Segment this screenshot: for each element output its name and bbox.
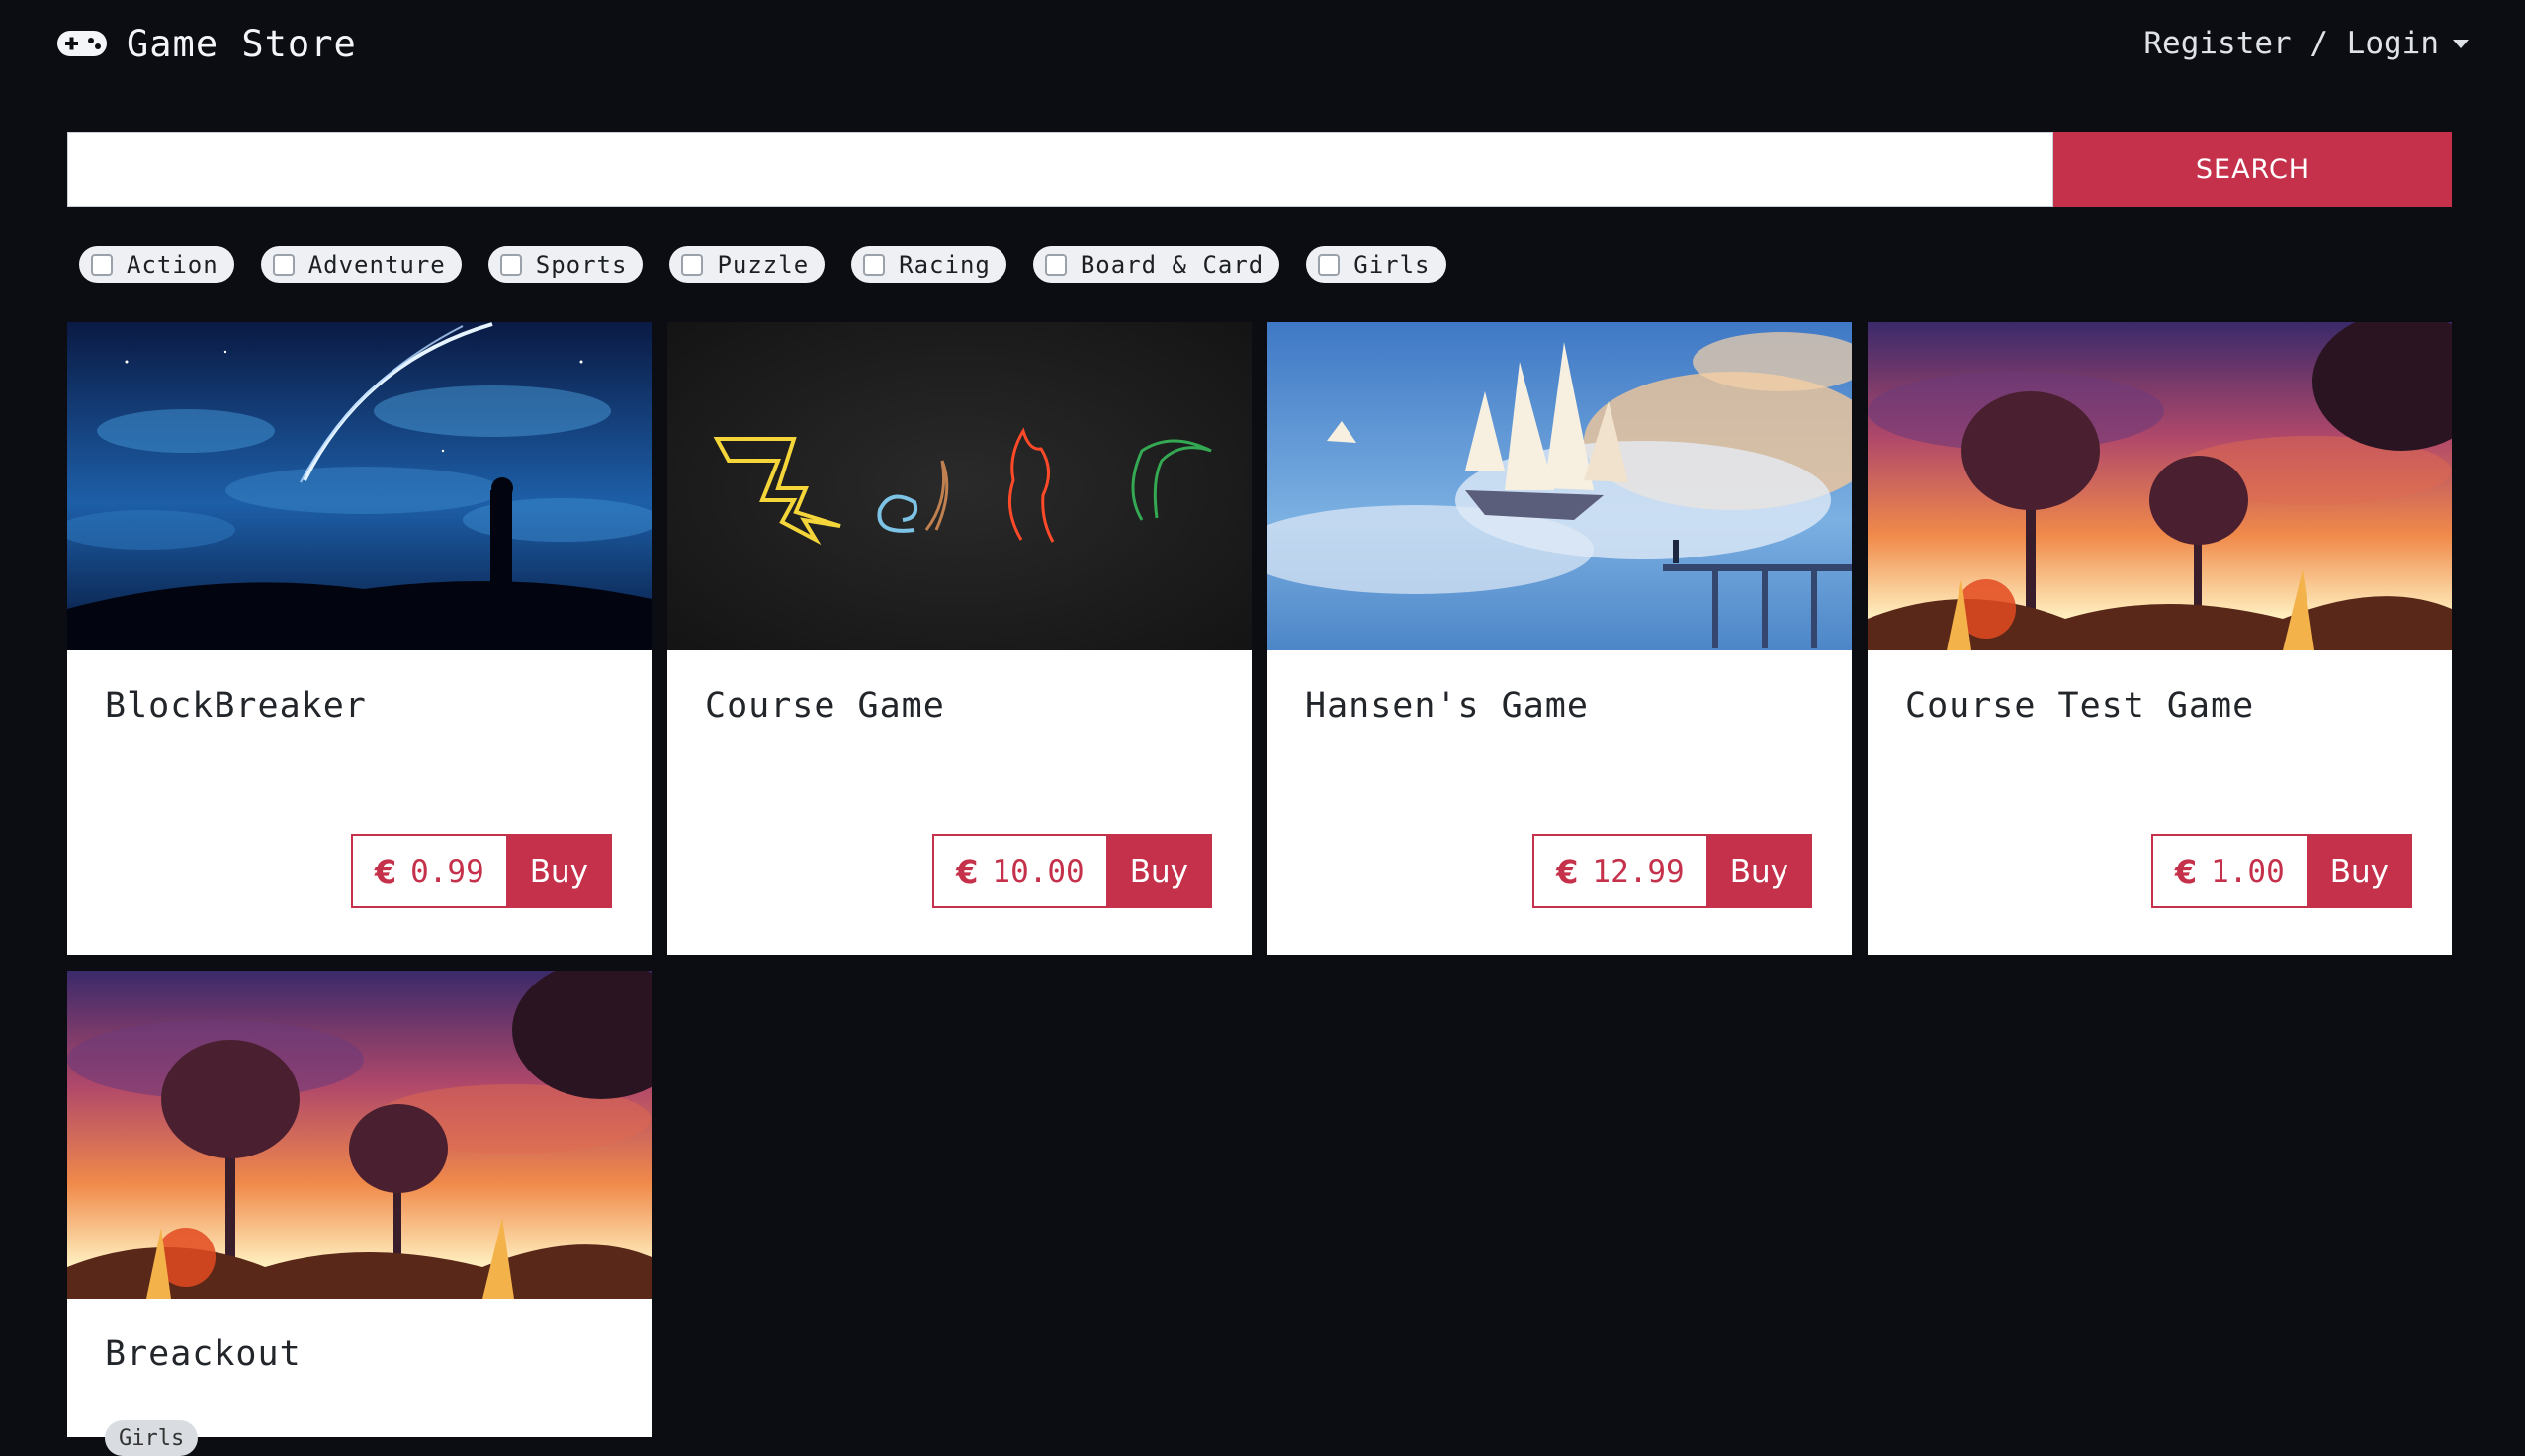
gamepad-icon xyxy=(57,31,107,56)
euro-icon: € xyxy=(374,852,397,891)
euro-icon: € xyxy=(956,852,979,891)
filter-label: Board & Card xyxy=(1080,250,1264,279)
price-amount: 12.99 xyxy=(1592,853,1685,890)
filter-puzzle[interactable]: Puzzle xyxy=(669,246,826,283)
game-title[interactable]: BlockBreaker xyxy=(105,686,367,726)
game-card[interactable]: Course Test Game € 1.00 Buy xyxy=(1868,322,2452,955)
price-amount: 1.00 xyxy=(2211,853,2285,890)
filter-racing[interactable]: Racing xyxy=(851,246,1006,283)
buy-button[interactable]: Buy xyxy=(2306,834,2412,908)
checkbox[interactable] xyxy=(91,253,113,276)
checkbox[interactable] xyxy=(1318,253,1341,276)
game-card[interactable]: Breackout Girls xyxy=(67,971,652,1456)
checkbox[interactable] xyxy=(681,253,704,276)
category-filters: Action Adventure Sports Puzzle Racing Bo… xyxy=(79,246,1446,283)
filter-girls[interactable]: Girls xyxy=(1306,246,1446,283)
filter-label: Sports xyxy=(535,250,628,279)
price-label: € 1.00 xyxy=(2150,834,2307,908)
pokemon-outlines-image[interactable] xyxy=(667,322,1252,650)
filter-label: Girls xyxy=(1353,250,1431,279)
price-group: € 1.00 Buy xyxy=(2150,834,2412,908)
checkbox[interactable] xyxy=(499,253,522,276)
category-tag: Girls xyxy=(105,1420,199,1456)
checkbox[interactable] xyxy=(863,253,886,276)
price-amount: 10.00 xyxy=(992,853,1085,890)
caret-down-icon xyxy=(2453,39,2469,48)
price-amount: 0.99 xyxy=(410,853,484,890)
account-dropdown[interactable]: Register / Login xyxy=(2143,20,2469,67)
price-group: € 10.00 Buy xyxy=(932,834,1212,908)
game-card[interactable]: BlockBreaker € 0.99 Buy xyxy=(67,322,652,955)
game-card[interactable]: Course Game € 10.00 Buy xyxy=(667,322,1252,955)
navbar: Game Store Register / Login xyxy=(0,0,2525,95)
filter-label: Racing xyxy=(899,250,991,279)
account-label: Register / Login xyxy=(2143,26,2439,61)
filter-label: Puzzle xyxy=(717,250,810,279)
buy-button[interactable]: Buy xyxy=(1705,834,1812,908)
checkbox[interactable] xyxy=(1044,253,1067,276)
brand-link[interactable]: Game Store xyxy=(55,20,357,67)
game-title[interactable]: Hansen's Game xyxy=(1305,686,1589,726)
game-title[interactable]: Course Game xyxy=(705,686,945,726)
buy-button[interactable]: Buy xyxy=(505,834,612,908)
price-group: € 0.99 Buy xyxy=(350,834,612,908)
filter-label: Action xyxy=(127,250,218,279)
price-label: € 0.99 xyxy=(350,834,506,908)
search-button[interactable]: SEARCH xyxy=(2053,132,2452,207)
search-bar: SEARCH xyxy=(67,132,2452,207)
filter-adventure[interactable]: Adventure xyxy=(260,246,462,283)
brand-title: Game Store xyxy=(127,22,357,65)
price-label: € 12.99 xyxy=(1532,834,1706,908)
filter-board-card[interactable]: Board & Card xyxy=(1032,246,1280,283)
search-input[interactable] xyxy=(67,132,2053,207)
filter-label: Adventure xyxy=(307,250,446,279)
price-label: € 10.00 xyxy=(932,834,1106,908)
price-group: € 12.99 Buy xyxy=(1532,834,1812,908)
euro-icon: € xyxy=(1556,852,1579,891)
filter-sports[interactable]: Sports xyxy=(487,246,644,283)
checkbox[interactable] xyxy=(272,253,295,276)
sky-ship-image[interactable] xyxy=(1267,322,1852,650)
game-title[interactable]: Course Test Game xyxy=(1905,686,2254,726)
game-title[interactable]: Breackout xyxy=(105,1334,302,1374)
sunset-trees-image[interactable] xyxy=(1868,322,2452,650)
euro-icon: € xyxy=(2174,852,2198,891)
buy-button[interactable]: Buy xyxy=(1105,834,1212,908)
sunset-trees-image[interactable] xyxy=(67,971,652,1299)
filter-action[interactable]: Action xyxy=(79,246,234,283)
game-card[interactable]: Hansen's Game € 12.99 Buy xyxy=(1267,322,1852,955)
night-sky-comet-image[interactable] xyxy=(67,322,652,650)
